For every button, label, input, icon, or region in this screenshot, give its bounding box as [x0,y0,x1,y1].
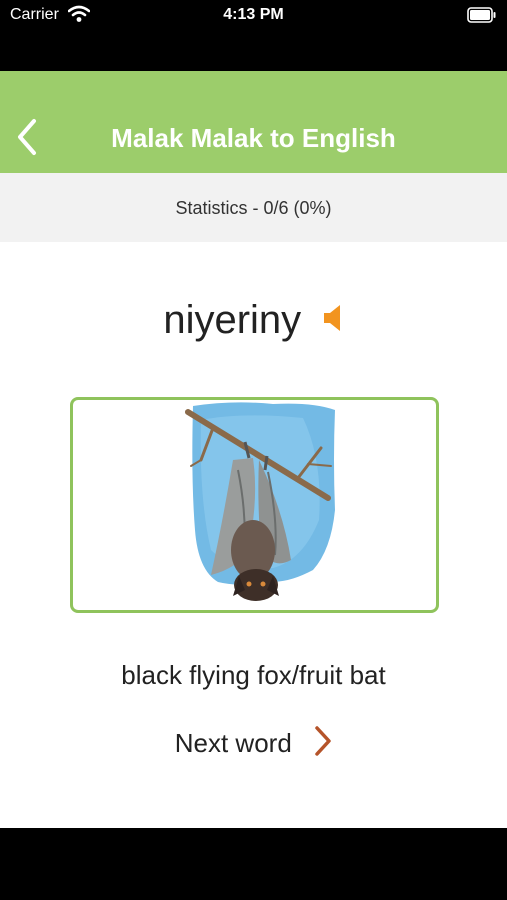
speaker-icon[interactable] [322,303,344,338]
bat-illustration [185,402,335,601]
statistics-text: Statistics - 0/6 (0%) [175,198,332,218]
next-word-button[interactable]: Next word [0,725,507,762]
word-row: niyeriny [0,298,507,343]
word-text: niyeriny [163,298,302,342]
page-title: Malak Malak to English [111,123,396,153]
statistics-bar: Statistics - 0/6 (0%) [0,173,507,242]
battery-icon [467,7,497,28]
clock: 4:13 PM [223,6,284,23]
status-bar: Carrier 4:13 PM [0,0,507,71]
flashcard: niyeriny black flying fox/fruit bat Next… [0,242,507,828]
next-word-label: Next word [174,728,292,758]
chevron-right-icon [314,725,332,762]
word-image [70,397,439,613]
word-meaning: black flying fox/fruit bat [121,660,386,690]
bottom-bar [0,828,507,900]
nav-bar: Malak Malak to English [0,71,507,173]
